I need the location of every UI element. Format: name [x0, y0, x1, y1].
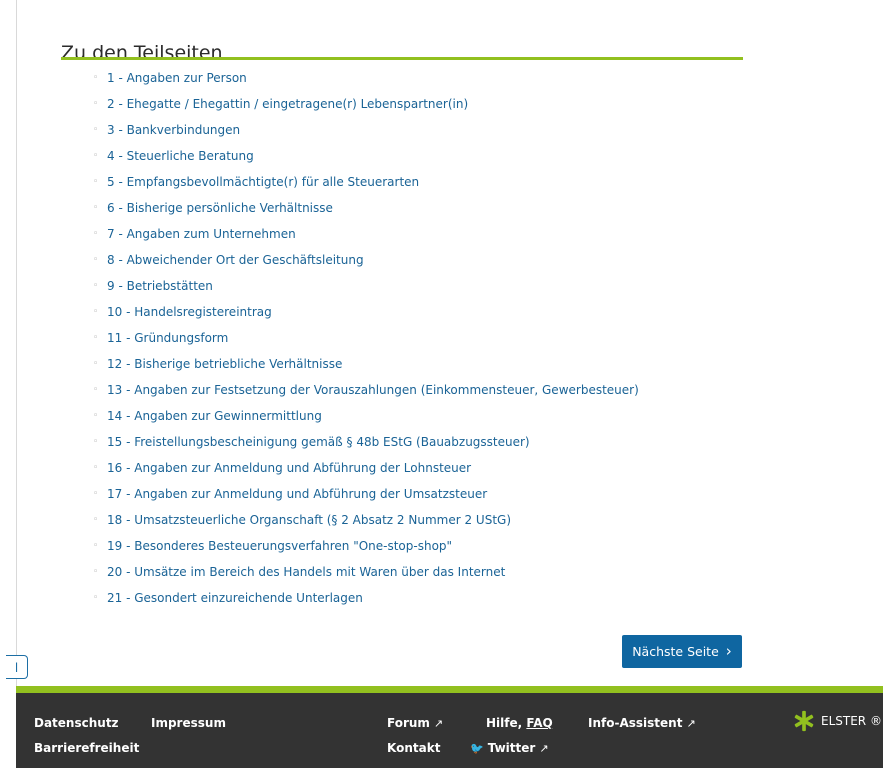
subpage-link-10[interactable]: 10 - Handelsregistereintrag — [107, 303, 272, 322]
subpage-link-2[interactable]: 2 - Ehegatte / Ehegattin / eingetragene(… — [107, 95, 468, 114]
subpage-link-20[interactable]: 20 - Umsätze im Bereich des Handels mit … — [107, 563, 505, 582]
subpage-link-1[interactable]: 1 - Angaben zur Person — [107, 69, 247, 88]
subpage-link-18[interactable]: 18 - Umsatzsteuerliche Organschaft (§ 2 … — [107, 511, 511, 530]
list-item: ◦ 7 - Angaben zum Unternehmen — [93, 225, 639, 251]
bullet-icon: ◦ — [93, 385, 99, 395]
bullet-icon: ◦ — [93, 541, 99, 551]
list-item: ◦ 4 - Steuerliche Beratung — [93, 147, 639, 173]
subpage-link-15[interactable]: 15 - Freistellungsbescheinigung gemäß § … — [107, 433, 530, 452]
list-item: ◦ 8 - Abweichender Ort der Geschäftsleitu… — [93, 251, 639, 277]
subpage-link-17[interactable]: 17 - Angaben zur Anmeldung und Abführung… — [107, 485, 487, 504]
bullet-icon: ◦ — [93, 125, 99, 135]
subpage-link-5[interactable]: 5 - Empfangsbevollmächtigte(r) für alle … — [107, 173, 419, 192]
subpage-link-12[interactable]: 12 - Bisherige betriebliche Verhältnisse — [107, 355, 342, 374]
list-item: ◦ 18 - Umsatzsteuerliche Organschaft (§ 2… — [93, 511, 639, 537]
bullet-icon: ◦ — [93, 463, 99, 473]
bullet-icon: ◦ — [93, 515, 99, 525]
list-item: ◦ 21 - Gesondert einzureichende Unterlage… — [93, 589, 639, 615]
list-item: ◦ 10 - Handelsregistereintrag — [93, 303, 639, 329]
list-item: ◦ 1 - Angaben zur Person — [93, 69, 639, 95]
next-page-label: Nächste Seite — [632, 644, 719, 659]
footer-link-info-assistent[interactable]: Info-Assistent ↗ — [588, 716, 696, 730]
forum-label: Forum — [387, 716, 430, 730]
list-item: ◦ 5 - Empfangsbevollmächtigte(r) für alle… — [93, 173, 639, 199]
chevron-right-icon: › — [725, 642, 732, 660]
list-item: ◦ 9 - Betriebstätten — [93, 277, 639, 303]
bullet-icon: ◦ — [93, 73, 99, 83]
subpage-link-7[interactable]: 7 - Angaben zum Unternehmen — [107, 225, 296, 244]
info-assistent-label: Info-Assistent — [588, 716, 683, 730]
section-title: Zu den Teilseiten — [61, 41, 223, 64]
bullet-icon: ◦ — [93, 411, 99, 421]
list-item: ◦ 17 - Angaben zur Anmeldung und Abführun… — [93, 485, 639, 511]
next-page-button[interactable]: Nächste Seite › — [622, 635, 742, 668]
bullet-icon: ◦ — [93, 593, 99, 603]
subpage-link-13[interactable]: 13 - Angaben zur Festsetzung der Vorausz… — [107, 381, 639, 400]
subpage-link-19[interactable]: 19 - Besonderes Besteuerungsverfahren "O… — [107, 537, 452, 556]
bullet-icon: ◦ — [93, 333, 99, 343]
twitter-icon: 🐦 — [470, 742, 484, 755]
bullet-icon: ◦ — [93, 151, 99, 161]
subpage-link-4[interactable]: 4 - Steuerliche Beratung — [107, 147, 254, 166]
title-underline — [61, 57, 743, 60]
footer-accent-bar — [16, 686, 883, 693]
subpage-link-14[interactable]: 14 - Angaben zur Gewinnermittlung — [107, 407, 322, 426]
subpage-link-3[interactable]: 3 - Bankverbindungen — [107, 121, 240, 140]
footer-link-datenschutz[interactable]: Datenschutz — [34, 716, 119, 730]
site-footer: Datenschutz Impressum Barrierefreiheit F… — [16, 686, 883, 768]
subpage-link-9[interactable]: 9 - Betriebstätten — [107, 277, 213, 296]
list-item: ◦ 3 - Bankverbindungen — [93, 121, 639, 147]
bullet-icon: ◦ — [93, 437, 99, 447]
subpage-link-8[interactable]: 8 - Abweichender Ort der Geschäftsleitun… — [107, 251, 364, 270]
list-item: ◦ 19 - Besonderes Besteuerungsverfahren "… — [93, 537, 639, 563]
bullet-icon: ◦ — [93, 567, 99, 577]
list-item: ◦ 12 - Bisherige betriebliche Verhältniss… — [93, 355, 639, 381]
list-item: ◦ 6 - Bisherige persönliche Verhältnisse — [93, 199, 639, 225]
elster-logo[interactable]: ELSTER ® — [793, 710, 882, 732]
content-left-border — [16, 0, 17, 686]
footer-link-twitter[interactable]: 🐦 Twitter ↗ — [470, 741, 549, 755]
list-item: ◦ 16 - Angaben zur Anmeldung und Abführun… — [93, 459, 639, 485]
bullet-icon: ◦ — [93, 177, 99, 187]
subpage-link-21[interactable]: 21 - Gesondert einzureichende Unterlagen — [107, 589, 363, 608]
bullet-icon: ◦ — [93, 489, 99, 499]
footer-link-impressum[interactable]: Impressum — [151, 716, 226, 730]
subpage-link-6[interactable]: 6 - Bisherige persönliche Verhältnisse — [107, 199, 333, 218]
external-link-icon: ↗ — [539, 742, 549, 755]
bullet-icon: ◦ — [93, 203, 99, 213]
footer-link-forum[interactable]: Forum ↗ — [387, 716, 443, 730]
faq-abbr: FAQ — [526, 716, 553, 730]
bullet-icon: ◦ — [93, 255, 99, 265]
hilfe-label: Hilfe, — [486, 716, 523, 730]
elster-brand-text: ELSTER ® — [821, 714, 882, 728]
footer-link-barrierefreiheit[interactable]: Barrierefreiheit — [34, 741, 139, 755]
external-link-icon: ↗ — [433, 717, 444, 730]
previous-page-button-fragment[interactable]: l — [6, 655, 28, 679]
subpage-link-16[interactable]: 16 - Angaben zur Anmeldung und Abführung… — [107, 459, 471, 478]
list-item: ◦ 15 - Freistellungsbescheinigung gemäß §… — [93, 433, 639, 459]
list-item: ◦ 14 - Angaben zur Gewinnermittlung — [93, 407, 639, 433]
bullet-icon: ◦ — [93, 281, 99, 291]
list-item: ◦ 11 - Gründungsform — [93, 329, 639, 355]
list-item: ◦ 2 - Ehegatte / Ehegattin / eingetragene… — [93, 95, 639, 121]
subpage-link-11[interactable]: 11 - Gründungsform — [107, 329, 228, 348]
bullet-icon: ◦ — [93, 229, 99, 239]
external-link-icon: ↗ — [686, 717, 696, 730]
list-item: ◦ 13 - Angaben zur Festsetzung der Voraus… — [93, 381, 639, 407]
elster-star-icon — [794, 710, 814, 732]
footer-link-kontakt[interactable]: Kontakt — [387, 741, 440, 755]
footer-link-hilfe-faq[interactable]: Hilfe, FAQ — [486, 716, 553, 730]
bullet-icon: ◦ — [93, 99, 99, 109]
bullet-icon: ◦ — [93, 359, 99, 369]
bullet-icon: ◦ — [93, 307, 99, 317]
twitter-label: Twitter — [487, 741, 536, 755]
subpage-list: ◦ 1 - Angaben zur Person ◦ 2 - Ehegatte / … — [93, 69, 639, 615]
list-item: ◦ 20 - Umsätze im Bereich des Handels mit… — [93, 563, 639, 589]
